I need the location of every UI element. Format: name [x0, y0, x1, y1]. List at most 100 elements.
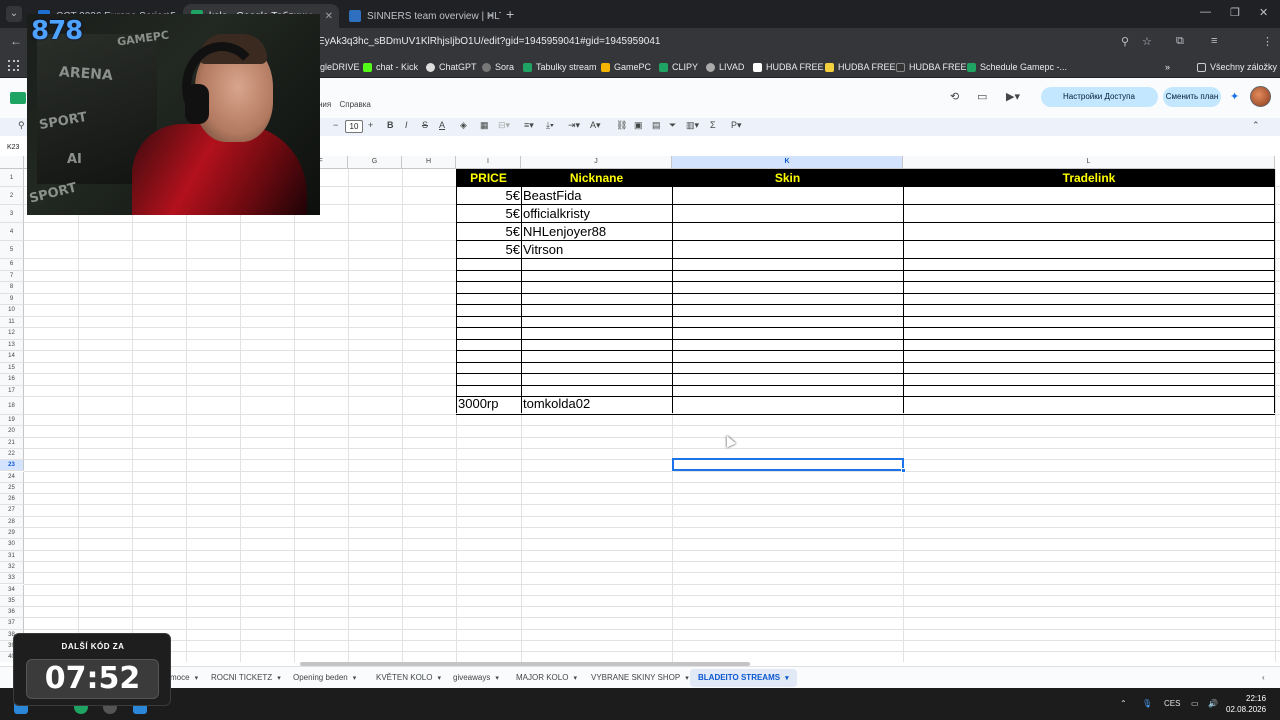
row-header[interactable]: 21	[0, 437, 24, 449]
meet-icon[interactable]: ▶▾	[1006, 90, 1020, 103]
browser-tab-sinners[interactable]: SINNERS team overview | HLTV ✕	[341, 4, 501, 28]
bold-icon[interactable]: B	[387, 120, 394, 130]
network-icon[interactable]: ▭	[1191, 699, 1199, 708]
row-header[interactable]: 32	[0, 561, 24, 574]
apps-grid-icon[interactable]	[8, 60, 19, 71]
fill-handle[interactable]	[901, 468, 906, 473]
taskbar-clock[interactable]: 22:16 02.08.2026	[1226, 693, 1266, 715]
name-box[interactable]: K23	[7, 144, 19, 151]
row-header[interactable]: 26	[0, 494, 24, 506]
all-bookmarks[interactable]: Všechny záložky	[1197, 60, 1277, 74]
insert-link-icon[interactable]: ⛓	[616, 120, 627, 131]
insert-chart-icon[interactable]: ▤	[652, 120, 661, 131]
row-header[interactable]: 12	[0, 328, 24, 340]
row-header[interactable]: 24	[0, 471, 24, 483]
minimize-icon[interactable]: —	[1200, 6, 1211, 18]
row-header[interactable]: 2	[0, 187, 24, 205]
bookmark-schedule[interactable]: Schedule Gamepc -...	[967, 60, 1067, 74]
volume-icon[interactable]: 🔊	[1208, 699, 1218, 708]
row-header[interactable]: 15	[0, 362, 24, 374]
selected-cell-k23[interactable]	[672, 458, 904, 471]
row-header[interactable]: 10	[0, 305, 24, 317]
horizontal-align-icon[interactable]: ≡▾	[524, 120, 534, 131]
url-field[interactable]: EyAk3q3hc_sBDmUV1KlRhjsIjbO1U/edit?gid=1…	[318, 32, 1158, 52]
bookmark-hudba-3[interactable]: HUDBA FREE	[896, 60, 967, 74]
text-color-icon[interactable]: A	[439, 120, 445, 130]
row-header[interactable]: 37	[0, 618, 24, 630]
row-header[interactable]: 36	[0, 607, 24, 619]
bookmark-chatgpt[interactable]: ChatGPT	[426, 60, 477, 74]
column-header-l[interactable]: L	[903, 156, 1275, 169]
sheet-tab-menu-icon[interactable]: ▾	[495, 675, 499, 682]
bookmark-drive[interactable]: gleDRIVE	[320, 60, 360, 74]
row-header[interactable]: 20	[0, 426, 24, 438]
strikethrough-icon[interactable]: S	[422, 120, 428, 130]
sheet-tab[interactable]: ROCNI TICKETZ ▾	[211, 669, 281, 687]
vertical-align-icon[interactable]: ⤓▾	[546, 120, 554, 131]
collapse-toolbar-icon[interactable]: ⌃	[1252, 120, 1260, 131]
sheet-tab[interactable]: VYBRANE SKINY SHOP ▾	[591, 669, 689, 687]
cell-nickname[interactable]: Vitrson	[523, 241, 563, 259]
cell-nickname[interactable]: BeastFida	[523, 187, 582, 205]
cell-nickname[interactable]: NHLenjoyer88	[523, 223, 606, 241]
bookmark-kick[interactable]: chat - Kick	[363, 60, 418, 74]
menu-item-help[interactable]: Справка	[339, 100, 370, 109]
font-size-field[interactable]: 10	[345, 120, 363, 133]
spreadsheet-grid[interactable]: F G H I J K L 1 2 3 4 5 6 7 8 9 10 11 12 13 14 15 16 17 1…	[0, 156, 1280, 662]
column-header-j[interactable]: J	[521, 156, 672, 169]
select-all-corner[interactable]	[0, 156, 24, 169]
row-header[interactable]: 31	[0, 550, 24, 562]
user-avatar[interactable]	[1250, 86, 1271, 107]
sheet-tab-menu-icon[interactable]: ▾	[437, 675, 441, 682]
microphone-icon[interactable]: 🎙	[1142, 699, 1152, 708]
sheet-tab[interactable]: KVĚTEN KOLO ▾	[376, 669, 441, 687]
version-history-icon[interactable]: ⟲	[950, 90, 959, 103]
row-header[interactable]: 16	[0, 374, 24, 386]
zoom-icon[interactable]: ⚲	[1121, 35, 1129, 48]
header-price[interactable]: PRICE	[456, 169, 521, 187]
row-header[interactable]: 1	[0, 169, 24, 187]
row-header[interactable]: 18	[0, 397, 24, 415]
sheet-tab[interactable]: MAJOR KOLO ▾	[516, 669, 577, 687]
column-header-g[interactable]: G	[348, 156, 402, 169]
bookmark-star-icon[interactable]: ☆	[1142, 35, 1152, 48]
row-header[interactable]: 13	[0, 339, 24, 351]
header-tradelink[interactable]: Tradelink	[903, 169, 1275, 187]
tab-search-icon[interactable]: ⌄	[6, 6, 22, 22]
bookmark-clipy[interactable]: CLIPY	[659, 60, 698, 74]
new-tab-plus-icon[interactable]: +	[506, 6, 514, 22]
row-header[interactable]: 30	[0, 539, 24, 551]
row-header[interactable]: 9	[0, 293, 24, 305]
sheet-tab-menu-icon[interactable]: ▾	[353, 675, 357, 682]
header-nickname[interactable]: Nicknane	[521, 169, 672, 187]
borders-icon[interactable]: ▦	[480, 120, 489, 131]
close-tab-icon[interactable]: ✕	[325, 11, 333, 22]
share-button[interactable]: Настройки Доступа	[1041, 87, 1158, 107]
sheet-tab-menu-icon[interactable]: ▾	[195, 675, 199, 682]
insert-comment-icon[interactable]: ▣	[634, 120, 643, 131]
back-arrow-icon[interactable]: ←	[10, 34, 22, 48]
row-header[interactable]: 6	[0, 259, 24, 271]
search-menus-icon[interactable]: ⚲	[18, 120, 25, 131]
row-header[interactable]: 11	[0, 316, 24, 328]
row-header[interactable]: 34	[0, 584, 24, 596]
row-header[interactable]: 29	[0, 528, 24, 540]
close-window-icon[interactable]: ✕	[1259, 6, 1268, 19]
cell-price[interactable]: 3000rp	[458, 395, 498, 413]
row-header[interactable]: 5	[0, 241, 24, 259]
bookmark-gamepc[interactable]: GamePC	[601, 60, 651, 74]
merge-cells-icon[interactable]: ⊟▾	[498, 120, 510, 131]
row-header[interactable]: 17	[0, 385, 24, 397]
row-header[interactable]: 4	[0, 223, 24, 241]
tray-overflow-icon[interactable]: ⌃	[1120, 699, 1127, 708]
row-header[interactable]: 8	[0, 282, 24, 294]
input-tools-icon[interactable]: P▾	[731, 120, 742, 131]
sheet-tab[interactable]: giveaways ▾	[453, 669, 499, 687]
cell-nickname[interactable]: officialkristy	[523, 205, 590, 223]
row-header[interactable]: 33	[0, 573, 24, 585]
header-skin[interactable]: Skin	[672, 169, 903, 187]
row-header[interactable]: 27	[0, 505, 24, 517]
sheet-tab-menu-icon[interactable]: ▾	[785, 675, 789, 682]
bookmark-hudba-2[interactable]: HUDBA FREE	[825, 60, 896, 74]
sheets-logo-icon[interactable]	[10, 92, 26, 104]
